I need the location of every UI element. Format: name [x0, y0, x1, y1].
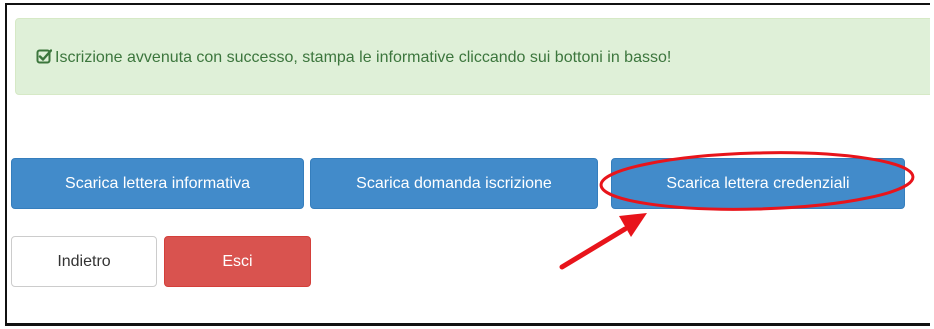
exit-button[interactable]: Esci: [164, 236, 311, 287]
red-arrow-icon: [559, 213, 647, 270]
page-frame: Iscrizione avvenuta con successo, stampa…: [5, 3, 930, 326]
download-domanda-button[interactable]: Scarica domanda iscrizione: [310, 158, 598, 209]
download-credenziali-button[interactable]: Scarica lettera credenziali: [611, 158, 905, 209]
success-alert: Iscrizione avvenuta con successo, stampa…: [15, 18, 930, 95]
check-square-icon: [36, 48, 52, 64]
success-message: Iscrizione avvenuta con successo, stampa…: [55, 49, 672, 66]
download-informativa-button[interactable]: Scarica lettera informativa: [11, 158, 304, 209]
back-button[interactable]: Indietro: [11, 236, 157, 287]
